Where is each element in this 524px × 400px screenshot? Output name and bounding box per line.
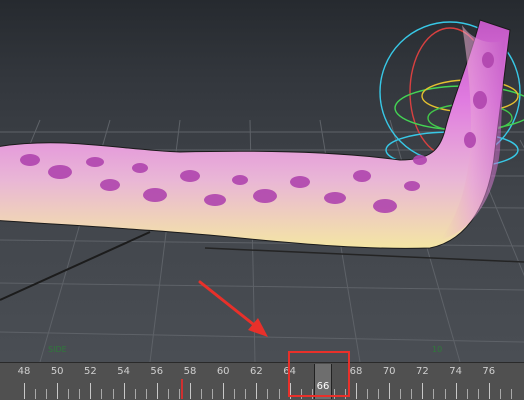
time-tick-major: [488, 383, 490, 399]
time-tick-major: [455, 383, 457, 399]
time-tick-major: [223, 383, 225, 399]
3d-viewport[interactable]: SIDE 10: [0, 0, 524, 362]
time-tick-major: [57, 383, 59, 399]
time-slider[interactable]: 485052545658606264666870727476 66: [0, 362, 524, 400]
time-tick-major: [123, 383, 125, 399]
viewport-scene: SIDE 10: [0, 19, 524, 362]
grid-label-right: 10: [432, 345, 442, 354]
time-tick-minor: [433, 389, 435, 399]
highlight-box-annotation: [288, 351, 350, 397]
time-tick-minor: [466, 389, 468, 399]
time-tick-minor: [245, 389, 247, 399]
time-tick-minor: [134, 389, 136, 399]
time-tick-label: 62: [250, 366, 263, 377]
time-tick-label: 76: [482, 366, 496, 377]
time-tick-major: [422, 383, 424, 399]
time-tick-minor: [35, 389, 37, 399]
time-tick-minor: [411, 389, 413, 399]
time-tick-minor: [68, 389, 70, 399]
time-tick-label: 60: [216, 366, 230, 377]
time-tick-label: 70: [382, 366, 396, 377]
time-tick-label: 54: [117, 366, 130, 377]
time-tick-minor: [444, 389, 446, 399]
time-tick-minor: [79, 389, 81, 399]
time-tick-major: [389, 383, 391, 399]
time-tick-minor: [167, 389, 169, 399]
time-tick-minor: [477, 389, 479, 399]
time-tick-minor: [212, 389, 214, 399]
time-tick-label: 58: [183, 366, 197, 377]
time-tick-major: [90, 383, 92, 399]
tube-model[interactable]: [0, 19, 511, 249]
time-tick-major: [24, 383, 25, 399]
red-arrow-annotation: [198, 280, 268, 337]
time-tick-minor: [367, 389, 369, 399]
time-tick-minor: [178, 389, 180, 399]
time-tick-minor: [400, 389, 402, 399]
time-tick-major: [256, 383, 258, 399]
time-tick-major: [356, 383, 357, 399]
time-tick-minor: [267, 389, 269, 399]
time-tick-minor: [378, 389, 380, 399]
time-tick-minor: [101, 389, 103, 399]
keyframe-marker[interactable]: [181, 379, 183, 399]
time-tick-major: [190, 383, 191, 399]
time-tick-label: 52: [84, 366, 97, 377]
time-tick-minor: [46, 389, 48, 399]
time-tick-minor: [112, 389, 114, 399]
grid-label-left: SIDE: [48, 345, 67, 354]
time-tick-minor: [499, 389, 501, 399]
time-tick-label: 74: [449, 366, 462, 377]
time-tick-minor: [234, 389, 236, 399]
time-tick-label: 56: [150, 366, 164, 377]
time-tick-minor: [145, 389, 147, 399]
time-tick-label: 48: [17, 366, 31, 377]
time-tick-major: [156, 383, 158, 399]
time-tick-label: 50: [50, 366, 64, 377]
time-tick-label: 72: [416, 366, 429, 377]
time-tick-minor: [201, 389, 203, 399]
time-tick-label: 68: [349, 366, 363, 377]
time-tick-minor: [278, 389, 280, 399]
time-tick-minor: [510, 389, 512, 399]
